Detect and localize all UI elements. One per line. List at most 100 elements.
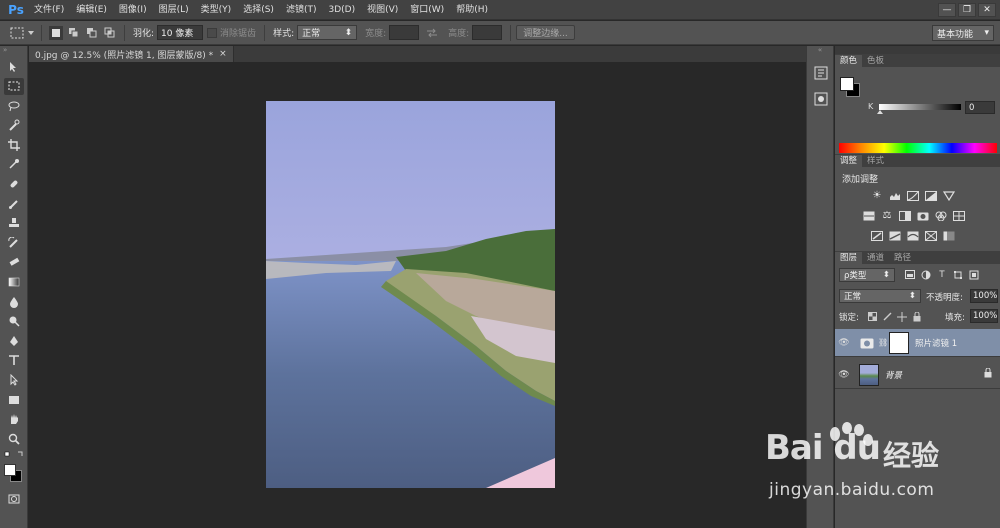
- layer-name[interactable]: 背景: [885, 369, 902, 381]
- menu-layer[interactable]: 图层(L): [153, 0, 195, 20]
- crop-tool-icon[interactable]: [4, 136, 24, 153]
- levels-icon[interactable]: [889, 190, 901, 201]
- new-selection-icon[interactable]: [49, 25, 63, 40]
- color-balance-icon[interactable]: ⚖: [881, 210, 893, 221]
- antialias-checkbox[interactable]: [207, 27, 218, 38]
- tab-paths[interactable]: 路径: [889, 252, 916, 264]
- layer-row-background[interactable]: 👁 背景: [835, 361, 1000, 389]
- intersect-selection-icon[interactable]: [103, 26, 117, 40]
- style-select[interactable]: 正常 ⬍: [297, 25, 358, 40]
- zoom-tool-icon[interactable]: [4, 430, 24, 447]
- fill-input[interactable]: 100%: [970, 309, 998, 323]
- menu-window[interactable]: 窗口(W): [404, 0, 450, 20]
- gradient-map-icon[interactable]: [943, 230, 955, 241]
- quick-mask-icon[interactable]: [4, 490, 24, 507]
- menu-filter[interactable]: 滤镜(T): [280, 0, 323, 20]
- curves-icon[interactable]: [907, 190, 919, 201]
- color-fg-swatch[interactable]: [840, 77, 854, 91]
- lock-image-icon[interactable]: [882, 311, 892, 322]
- eye-icon[interactable]: 👁: [835, 370, 853, 380]
- k-slider-thumb[interactable]: [877, 110, 883, 114]
- river-photo[interactable]: [266, 101, 555, 488]
- menu-file[interactable]: 文件(F): [28, 0, 70, 20]
- subtract-from-selection-icon[interactable]: [85, 26, 99, 40]
- selective-color-icon[interactable]: [925, 230, 937, 241]
- menu-select[interactable]: 选择(S): [237, 0, 280, 20]
- lock-transparent-icon[interactable]: [867, 311, 877, 322]
- menu-3d[interactable]: 3D(D): [322, 0, 361, 20]
- history-brush-tool-icon[interactable]: [4, 234, 24, 251]
- tab-layers[interactable]: 图层: [835, 252, 863, 264]
- color-swatches[interactable]: [0, 462, 28, 484]
- panels-collapse-bar[interactable]: [835, 46, 1000, 54]
- menu-image[interactable]: 图像(I): [113, 0, 153, 20]
- pen-tool-icon[interactable]: [4, 332, 24, 349]
- width-input[interactable]: [389, 25, 420, 40]
- eyedropper-tool-icon[interactable]: [4, 156, 24, 173]
- close-tab-icon[interactable]: ×: [219, 49, 227, 59]
- tab-styles[interactable]: 样式: [862, 155, 889, 167]
- height-input[interactable]: [472, 25, 503, 40]
- collapse-panels-icon[interactable]: «: [807, 46, 833, 54]
- k-slider[interactable]: [879, 104, 961, 110]
- color-spectrum[interactable]: [839, 143, 997, 153]
- photo-filter-icon[interactable]: [917, 210, 929, 221]
- opacity-input[interactable]: 100%: [970, 289, 998, 303]
- black-white-icon[interactable]: [899, 210, 911, 221]
- layer-mask-thumbnail[interactable]: [889, 331, 909, 354]
- menu-type[interactable]: 类型(Y): [195, 0, 238, 20]
- posterize-icon[interactable]: [889, 230, 901, 241]
- close-button[interactable]: ✕: [978, 3, 996, 17]
- filter-adjustment-icon[interactable]: [921, 269, 931, 280]
- filter-pixel-icon[interactable]: [905, 269, 915, 280]
- canvas-area[interactable]: [29, 62, 806, 528]
- tab-swatches[interactable]: 色板: [862, 55, 889, 67]
- lasso-tool-icon[interactable]: [4, 97, 24, 114]
- filter-smart-object-icon[interactable]: [969, 269, 979, 280]
- gradient-tool-icon[interactable]: [4, 274, 24, 291]
- blend-mode-select[interactable]: 正常 ⬍: [839, 289, 921, 303]
- brightness-icon[interactable]: ☀: [871, 190, 883, 201]
- lock-position-icon[interactable]: [897, 311, 907, 322]
- filter-type-icon[interactable]: T: [937, 269, 947, 280]
- lock-all-icon[interactable]: [912, 311, 922, 322]
- layer-row-photo-filter[interactable]: 👁 ⛓ 照片滤镜 1: [835, 329, 1000, 357]
- foreground-color-swatch[interactable]: [4, 464, 16, 477]
- feather-input[interactable]: 10 像素: [157, 25, 204, 40]
- rectangle-tool-icon[interactable]: [4, 391, 24, 408]
- dodge-tool-icon[interactable]: [4, 313, 24, 330]
- properties-panel-icon[interactable]: [811, 90, 831, 108]
- vibrance-icon[interactable]: [943, 190, 955, 201]
- layer-filter-select[interactable]: ρ类型 ⬍: [839, 268, 895, 282]
- move-tool-icon[interactable]: [4, 58, 24, 75]
- threshold-icon[interactable]: [907, 230, 919, 241]
- collapse-icon[interactable]: »: [0, 46, 27, 58]
- swap-dimensions-icon[interactable]: [425, 26, 439, 40]
- menu-help[interactable]: 帮助(H): [450, 0, 494, 20]
- type-tool-icon[interactable]: [4, 352, 24, 369]
- chain-link-icon[interactable]: ⛓: [878, 338, 888, 347]
- tab-color[interactable]: 颜色: [835, 55, 863, 67]
- filter-shape-icon[interactable]: [953, 269, 963, 280]
- add-to-selection-icon[interactable]: [67, 26, 81, 40]
- layer-name[interactable]: 照片滤镜 1: [915, 337, 957, 349]
- restore-button[interactable]: ❐: [958, 3, 976, 17]
- document-tab[interactable]: 0.jpg @ 12.5% (照片滤镜 1, 图层蒙版/8) * ×: [29, 46, 234, 62]
- invert-icon[interactable]: [871, 230, 883, 241]
- rect-marquee-tool-icon[interactable]: [4, 77, 24, 95]
- background-layer-thumbnail[interactable]: [859, 363, 879, 386]
- tab-adjustments[interactable]: 调整: [835, 155, 863, 167]
- hue-saturation-icon[interactable]: [863, 210, 875, 221]
- tab-channels[interactable]: 通道: [862, 252, 889, 264]
- workspace-select[interactable]: 基本功能 ▾: [932, 25, 994, 41]
- refine-edge-button[interactable]: 调整边缘...: [516, 25, 575, 40]
- brush-tool-icon[interactable]: [4, 195, 24, 212]
- eye-icon[interactable]: 👁: [835, 338, 853, 348]
- minimize-button[interactable]: —: [938, 3, 956, 17]
- k-value-input[interactable]: 0: [965, 101, 995, 114]
- eraser-tool-icon[interactable]: [4, 254, 24, 271]
- channel-mixer-icon[interactable]: [935, 210, 947, 221]
- blur-tool-icon[interactable]: [4, 293, 24, 310]
- marquee-tool-icon[interactable]: [10, 26, 24, 40]
- tool-preset-chevron-icon[interactable]: [28, 26, 34, 40]
